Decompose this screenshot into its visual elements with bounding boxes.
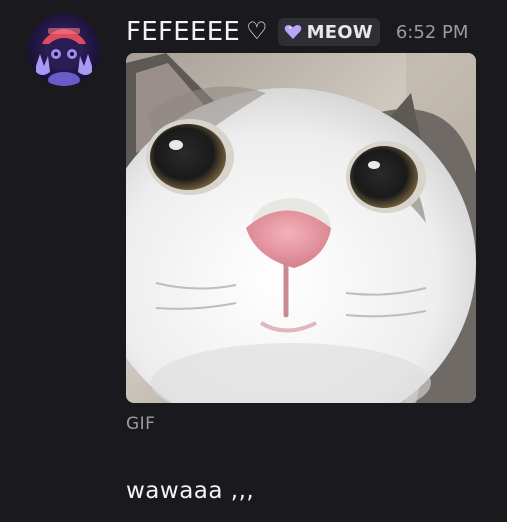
- server-tag-label: MEOW: [306, 21, 373, 43]
- avatar[interactable]: [28, 14, 100, 86]
- chat-message: FEFEEEE ♡ MEOW 6:52 PM GIF wawaaa ,,,: [0, 0, 507, 522]
- timestamp: 6:52 PM: [395, 21, 469, 43]
- heart-gem-icon: [284, 25, 301, 39]
- gif-attachment[interactable]: [126, 53, 476, 403]
- avatar-image: [28, 14, 100, 86]
- gif-label: GIF: [126, 414, 156, 434]
- server-tag[interactable]: MEOW: [277, 18, 380, 46]
- cat-gif-image: [126, 53, 476, 403]
- username[interactable]: FEFEEEE: [126, 17, 240, 47]
- message-header: FEFEEEE ♡ MEOW 6:52 PM: [126, 14, 468, 50]
- heart-outline-icon: ♡: [246, 17, 268, 45]
- message-text: wawaaa ,,,: [126, 478, 255, 504]
